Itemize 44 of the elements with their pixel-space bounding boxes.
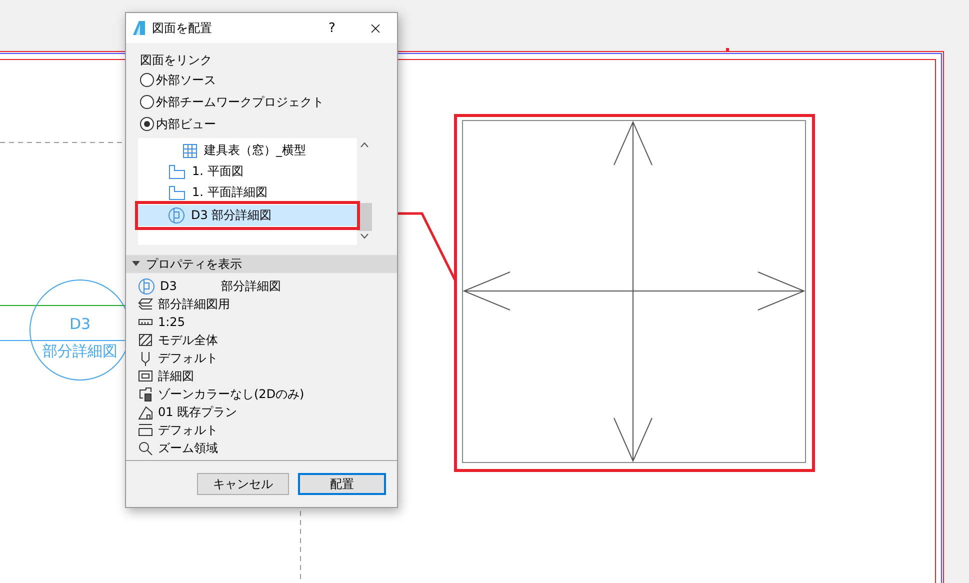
- property-value: 部分詳細図用: [158, 296, 230, 312]
- cancel-button[interactable]: キャンセル: [197, 473, 289, 495]
- grid-icon: [182, 142, 198, 158]
- property-value: D3: [160, 279, 178, 293]
- property-value: モデル全体: [158, 332, 218, 348]
- marker-id: D3: [69, 315, 91, 333]
- caret-icon: [132, 261, 140, 267]
- zone-icon: [138, 386, 153, 402]
- property-value: デフォルト: [158, 350, 218, 366]
- property-value: 01 既存プラン: [158, 404, 238, 420]
- property-value: 詳細図: [158, 368, 194, 384]
- frame-icon: [138, 369, 153, 383]
- app-logo-icon: [132, 20, 146, 36]
- tree-item[interactable]: 1. 平面詳細図: [138, 182, 357, 203]
- dimension-icon: [138, 423, 153, 437]
- radio-label[interactable]: 内部ビュー: [156, 116, 216, 132]
- property-value: ズーム領域: [158, 440, 218, 456]
- tree-item[interactable]: 1. 平面図: [138, 161, 357, 182]
- radio-button[interactable]: [140, 95, 154, 109]
- layers-icon: [138, 297, 153, 311]
- help-button[interactable]: ?: [320, 20, 344, 36]
- place-button[interactable]: 配置: [298, 473, 386, 495]
- floor-plan-icon: [168, 164, 186, 180]
- search-icon: [138, 440, 153, 456]
- radio-label[interactable]: 外部ソース: [156, 72, 216, 88]
- floor-plan-icon: [168, 184, 186, 200]
- detail-marker-icon: [138, 278, 155, 294]
- property-value: ゾーンカラーなし(2Dのみ): [158, 386, 304, 402]
- scroll-up-icon[interactable]: [360, 142, 369, 148]
- dialog-title: 図面を配置: [152, 20, 213, 36]
- house-icon: [138, 404, 153, 420]
- marker-title: 部分詳細図: [42, 342, 118, 361]
- radio-label[interactable]: 外部チームワークプロジェクト: [156, 94, 324, 110]
- tree-item[interactable]: 建具表（窓）_横型: [138, 140, 357, 161]
- property-value: 部分詳細図: [221, 278, 281, 294]
- radio-button[interactable]: [140, 73, 154, 87]
- hatch-icon: [138, 333, 153, 347]
- section-label: 図面をリンク: [140, 52, 213, 69]
- property-value: デフォルト: [158, 422, 218, 438]
- property-value: 1:25: [158, 315, 185, 329]
- scroll-down-icon[interactable]: [360, 233, 369, 239]
- radio-button[interactable]: [140, 117, 154, 131]
- properties-header[interactable]: プロパティを表示: [126, 255, 397, 273]
- detail-marker-icon: [168, 207, 185, 224]
